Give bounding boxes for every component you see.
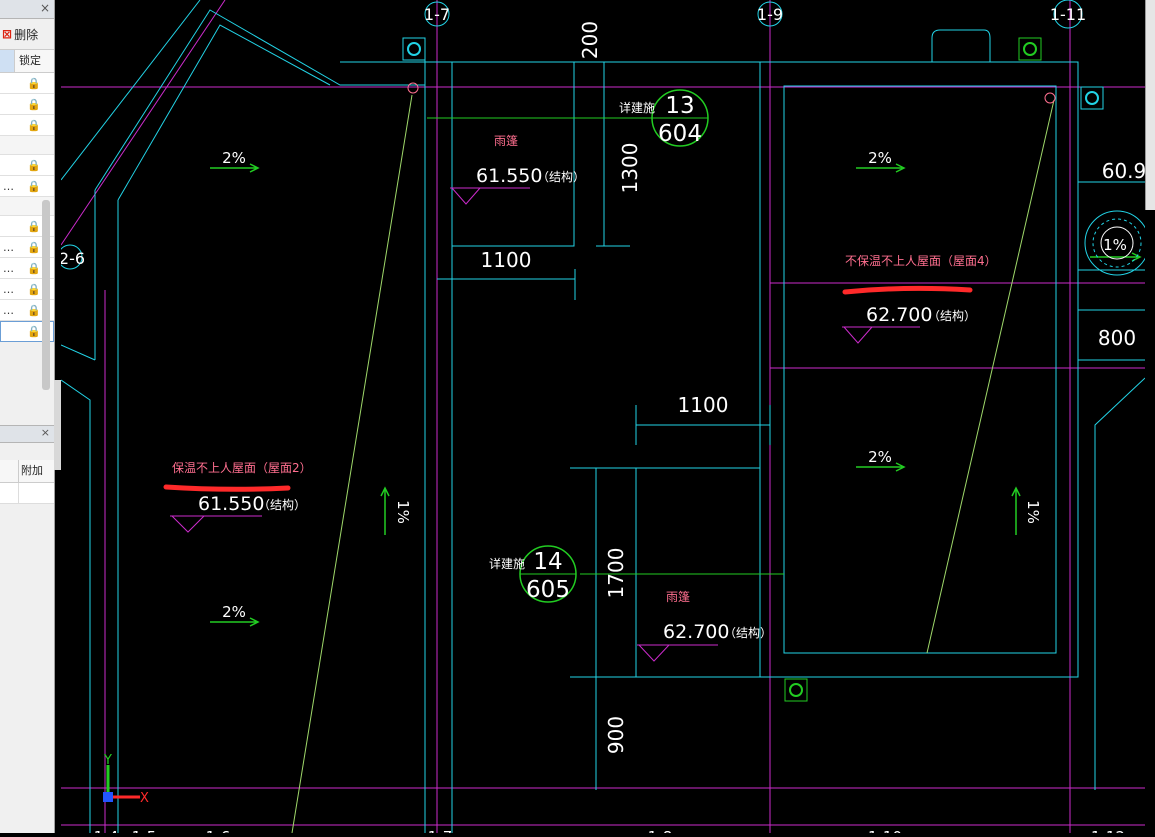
dimension-text: 900	[604, 716, 628, 754]
svg-text:（结构）: （结构）	[724, 625, 772, 640]
svg-text:2%: 2%	[222, 149, 246, 167]
lock-icon[interactable]: 🔒	[14, 77, 54, 90]
panel-toolbar: ⊠ 删除	[0, 19, 54, 49]
svg-text:2%: 2%	[222, 603, 246, 621]
dimension-text: 800	[1098, 326, 1136, 350]
markup-underline	[163, 285, 973, 492]
axis-label: 1-7	[424, 5, 450, 24]
selected-column[interactable]	[0, 50, 15, 72]
svg-text:详建施: 详建施	[619, 100, 655, 115]
svg-text:X: X	[140, 791, 149, 806]
svg-text:1-5: 1-5	[132, 828, 157, 833]
dimension-text: 60.9	[1102, 159, 1145, 183]
roof-type-label: 不保温不上人屋面（屋面4）	[845, 254, 997, 268]
svg-text:（结构）: （结构）	[928, 308, 976, 323]
svg-text:1%: 1%	[1024, 500, 1042, 524]
wall-outlines	[60, 0, 1146, 833]
panel-header: ×	[0, 0, 54, 19]
roof-type-label: 保温不上人屋面（屋面2）	[172, 461, 312, 475]
svg-text:13: 13	[665, 93, 694, 119]
properties-header: ×	[0, 425, 54, 443]
column-lock[interactable]: 锁定	[15, 50, 54, 72]
axis-label: 1-9	[757, 5, 783, 24]
slope-arrows	[210, 163, 1142, 627]
svg-text:1%: 1%	[394, 500, 412, 524]
splitter-handle[interactable]	[54, 380, 61, 470]
canopy-label: 雨篷	[494, 133, 518, 148]
list-item[interactable]: 🔒	[0, 73, 54, 94]
scrollbar-thumb[interactable]	[42, 200, 50, 390]
group-divider	[0, 136, 54, 155]
svg-text:1-7: 1-7	[428, 828, 453, 833]
dimension-text: 200	[578, 21, 602, 59]
lock-icon[interactable]: 🔒	[14, 98, 54, 111]
dimension-text: 1100	[481, 248, 532, 272]
properties-grid: 附加	[0, 460, 54, 504]
lock-icon[interactable]: 🔒	[14, 119, 54, 132]
table-row[interactable]	[0, 483, 54, 504]
ucs-icon: Y X	[103, 753, 149, 806]
delete-icon[interactable]: ⊠	[2, 27, 12, 41]
svg-text:1-8: 1-8	[648, 828, 673, 833]
close-icon[interactable]: ×	[41, 426, 50, 439]
list-item[interactable]: 🔒	[0, 115, 54, 136]
svg-text:1-4: 1-4	[94, 828, 119, 833]
svg-text:详建施: 详建施	[489, 556, 525, 571]
axis-label: 2-6	[61, 249, 85, 268]
svg-text:605: 605	[526, 577, 570, 603]
list-item[interactable]: … 🔒	[0, 176, 54, 197]
axis-lines	[60, 0, 1145, 833]
svg-text:1-6: 1-6	[206, 828, 231, 833]
svg-text:1-12: 1-12	[1091, 828, 1125, 833]
svg-text:2%: 2%	[868, 149, 892, 167]
lock-icon[interactable]: 🔒	[14, 180, 54, 193]
list-item[interactable]: 🔒	[0, 94, 54, 115]
canopy-label: 雨篷	[666, 589, 690, 604]
slope-labels: 2% 2% 2% 2% 1% 1% 1%	[222, 149, 1127, 621]
svg-text:（结构）: （结构）	[537, 169, 585, 184]
delete-button[interactable]: 删除	[14, 26, 38, 43]
column-header: 锁定	[0, 49, 54, 73]
svg-text:1-10: 1-10	[868, 828, 902, 833]
dimensions: 200 1300 1100 1100 1700 900 800 60.9	[481, 21, 1147, 754]
column-attach: 附加	[21, 464, 43, 477]
right-toolbar[interactable]	[1145, 0, 1155, 210]
svg-text:604: 604	[658, 121, 702, 147]
bottom-axis-labels: 1-4 1-5 1-6 1-7 1-8 1-10 1-12	[94, 828, 1125, 837]
svg-text:14: 14	[533, 549, 562, 575]
svg-text:62.700: 62.700	[866, 304, 932, 326]
dimension-text: 1700	[604, 548, 628, 599]
drawing-canvas[interactable]: 1-7 1-9 1-11 2-6 1-4 1-5 1-6 1-7 1-8 1-1…	[57, 0, 1150, 837]
elevation-texts: 61.550 （结构） 62.700 （结构） 61.550 （结构） 62.7…	[198, 165, 976, 643]
svg-text:Y: Y	[103, 753, 112, 768]
dimension-text: 1300	[618, 143, 642, 194]
svg-text:1%: 1%	[1103, 236, 1127, 254]
svg-text:（结构）: （结构）	[258, 497, 306, 512]
ridge-lines	[291, 94, 1055, 834]
lock-icon[interactable]: 🔒	[14, 159, 54, 172]
axis-label: 1-11	[1050, 5, 1086, 24]
svg-text:2%: 2%	[868, 448, 892, 466]
dimension-text: 1100	[678, 393, 729, 417]
layer-panel: × ⊠ 删除 锁定 🔒 🔒 🔒 🔒 … 🔒 🔒 … 🔒 … 🔒 … 🔒 … 🔒 🔒 × 附…	[0, 0, 55, 833]
svg-text:62.700: 62.700	[663, 621, 729, 643]
svg-text:61.550: 61.550	[198, 493, 264, 515]
svg-text:61.550: 61.550	[476, 165, 542, 187]
list-item[interactable]: 🔒	[0, 155, 54, 176]
close-icon[interactable]: ×	[40, 1, 50, 15]
